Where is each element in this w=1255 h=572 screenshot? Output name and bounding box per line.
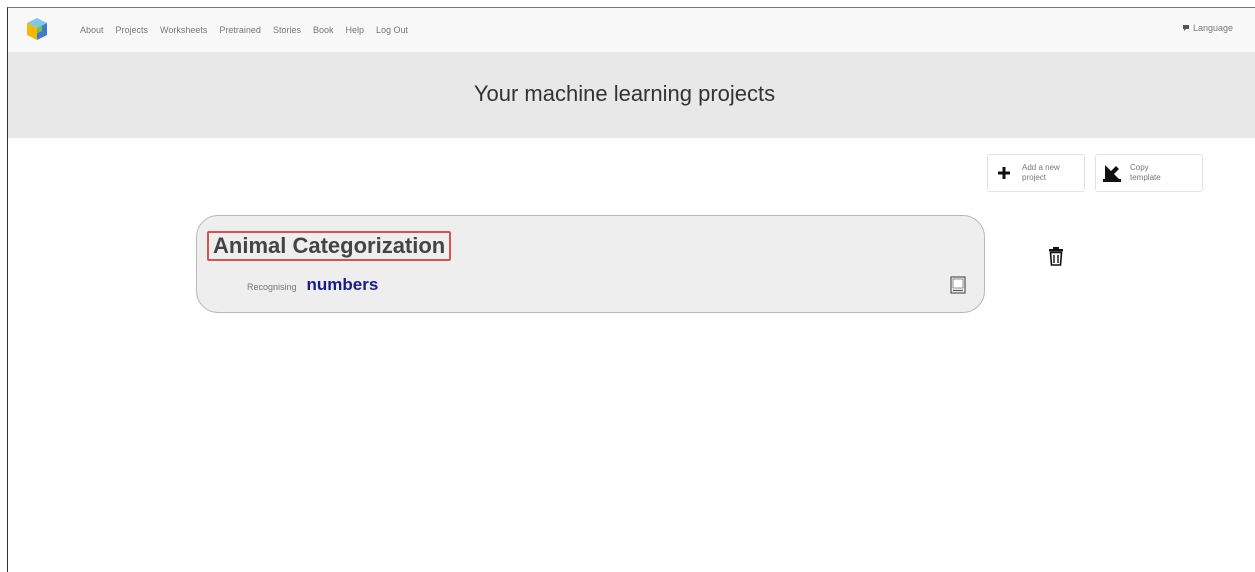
project-name[interactable]: Animal Categorization	[207, 231, 452, 261]
page-title: Your machine learning projects	[473, 81, 776, 106]
app-frame: About Projects Worksheets Pretrained Sto…	[7, 7, 1255, 572]
language-icon	[1182, 25, 1189, 31]
project-type: numbers	[306, 275, 379, 294]
nav-stories[interactable]: Stories	[273, 25, 301, 35]
plus-icon	[992, 167, 1016, 179]
language-label: Language	[1192, 23, 1233, 33]
nav-book[interactable]: Book	[313, 25, 334, 35]
nav-pretrained[interactable]: Pretrained	[219, 25, 261, 35]
project-card[interactable]: Animal Categorization Recognising number…	[196, 215, 985, 313]
screen-icon	[950, 276, 966, 294]
copy-template-icon	[1100, 164, 1124, 182]
project-type-prefix: Recognising	[247, 282, 297, 292]
project-type-row: Recognising numbers	[247, 275, 378, 295]
language-selector[interactable]: Language	[1182, 23, 1233, 33]
nav-about[interactable]: About	[80, 25, 104, 35]
page-banner: Your machine learning projects	[8, 52, 1255, 138]
nav-projects[interactable]: Projects	[116, 25, 149, 35]
nav-help[interactable]: Help	[345, 25, 364, 35]
add-project-button[interactable]: Add a new project	[987, 154, 1085, 192]
nav-logout[interactable]: Log Out	[376, 25, 408, 35]
copy-template-label: Copy template	[1130, 163, 1161, 182]
copy-template-button[interactable]: Copy template	[1095, 154, 1203, 192]
nav-worksheets[interactable]: Worksheets	[160, 25, 207, 35]
trash-icon[interactable]	[1048, 246, 1064, 266]
nav-menu: About Projects Worksheets Pretrained Sto…	[80, 8, 420, 52]
top-navbar: About Projects Worksheets Pretrained Sto…	[8, 8, 1255, 53]
app-logo-icon[interactable]	[24, 16, 50, 42]
add-project-label: Add a new project	[1022, 163, 1060, 182]
